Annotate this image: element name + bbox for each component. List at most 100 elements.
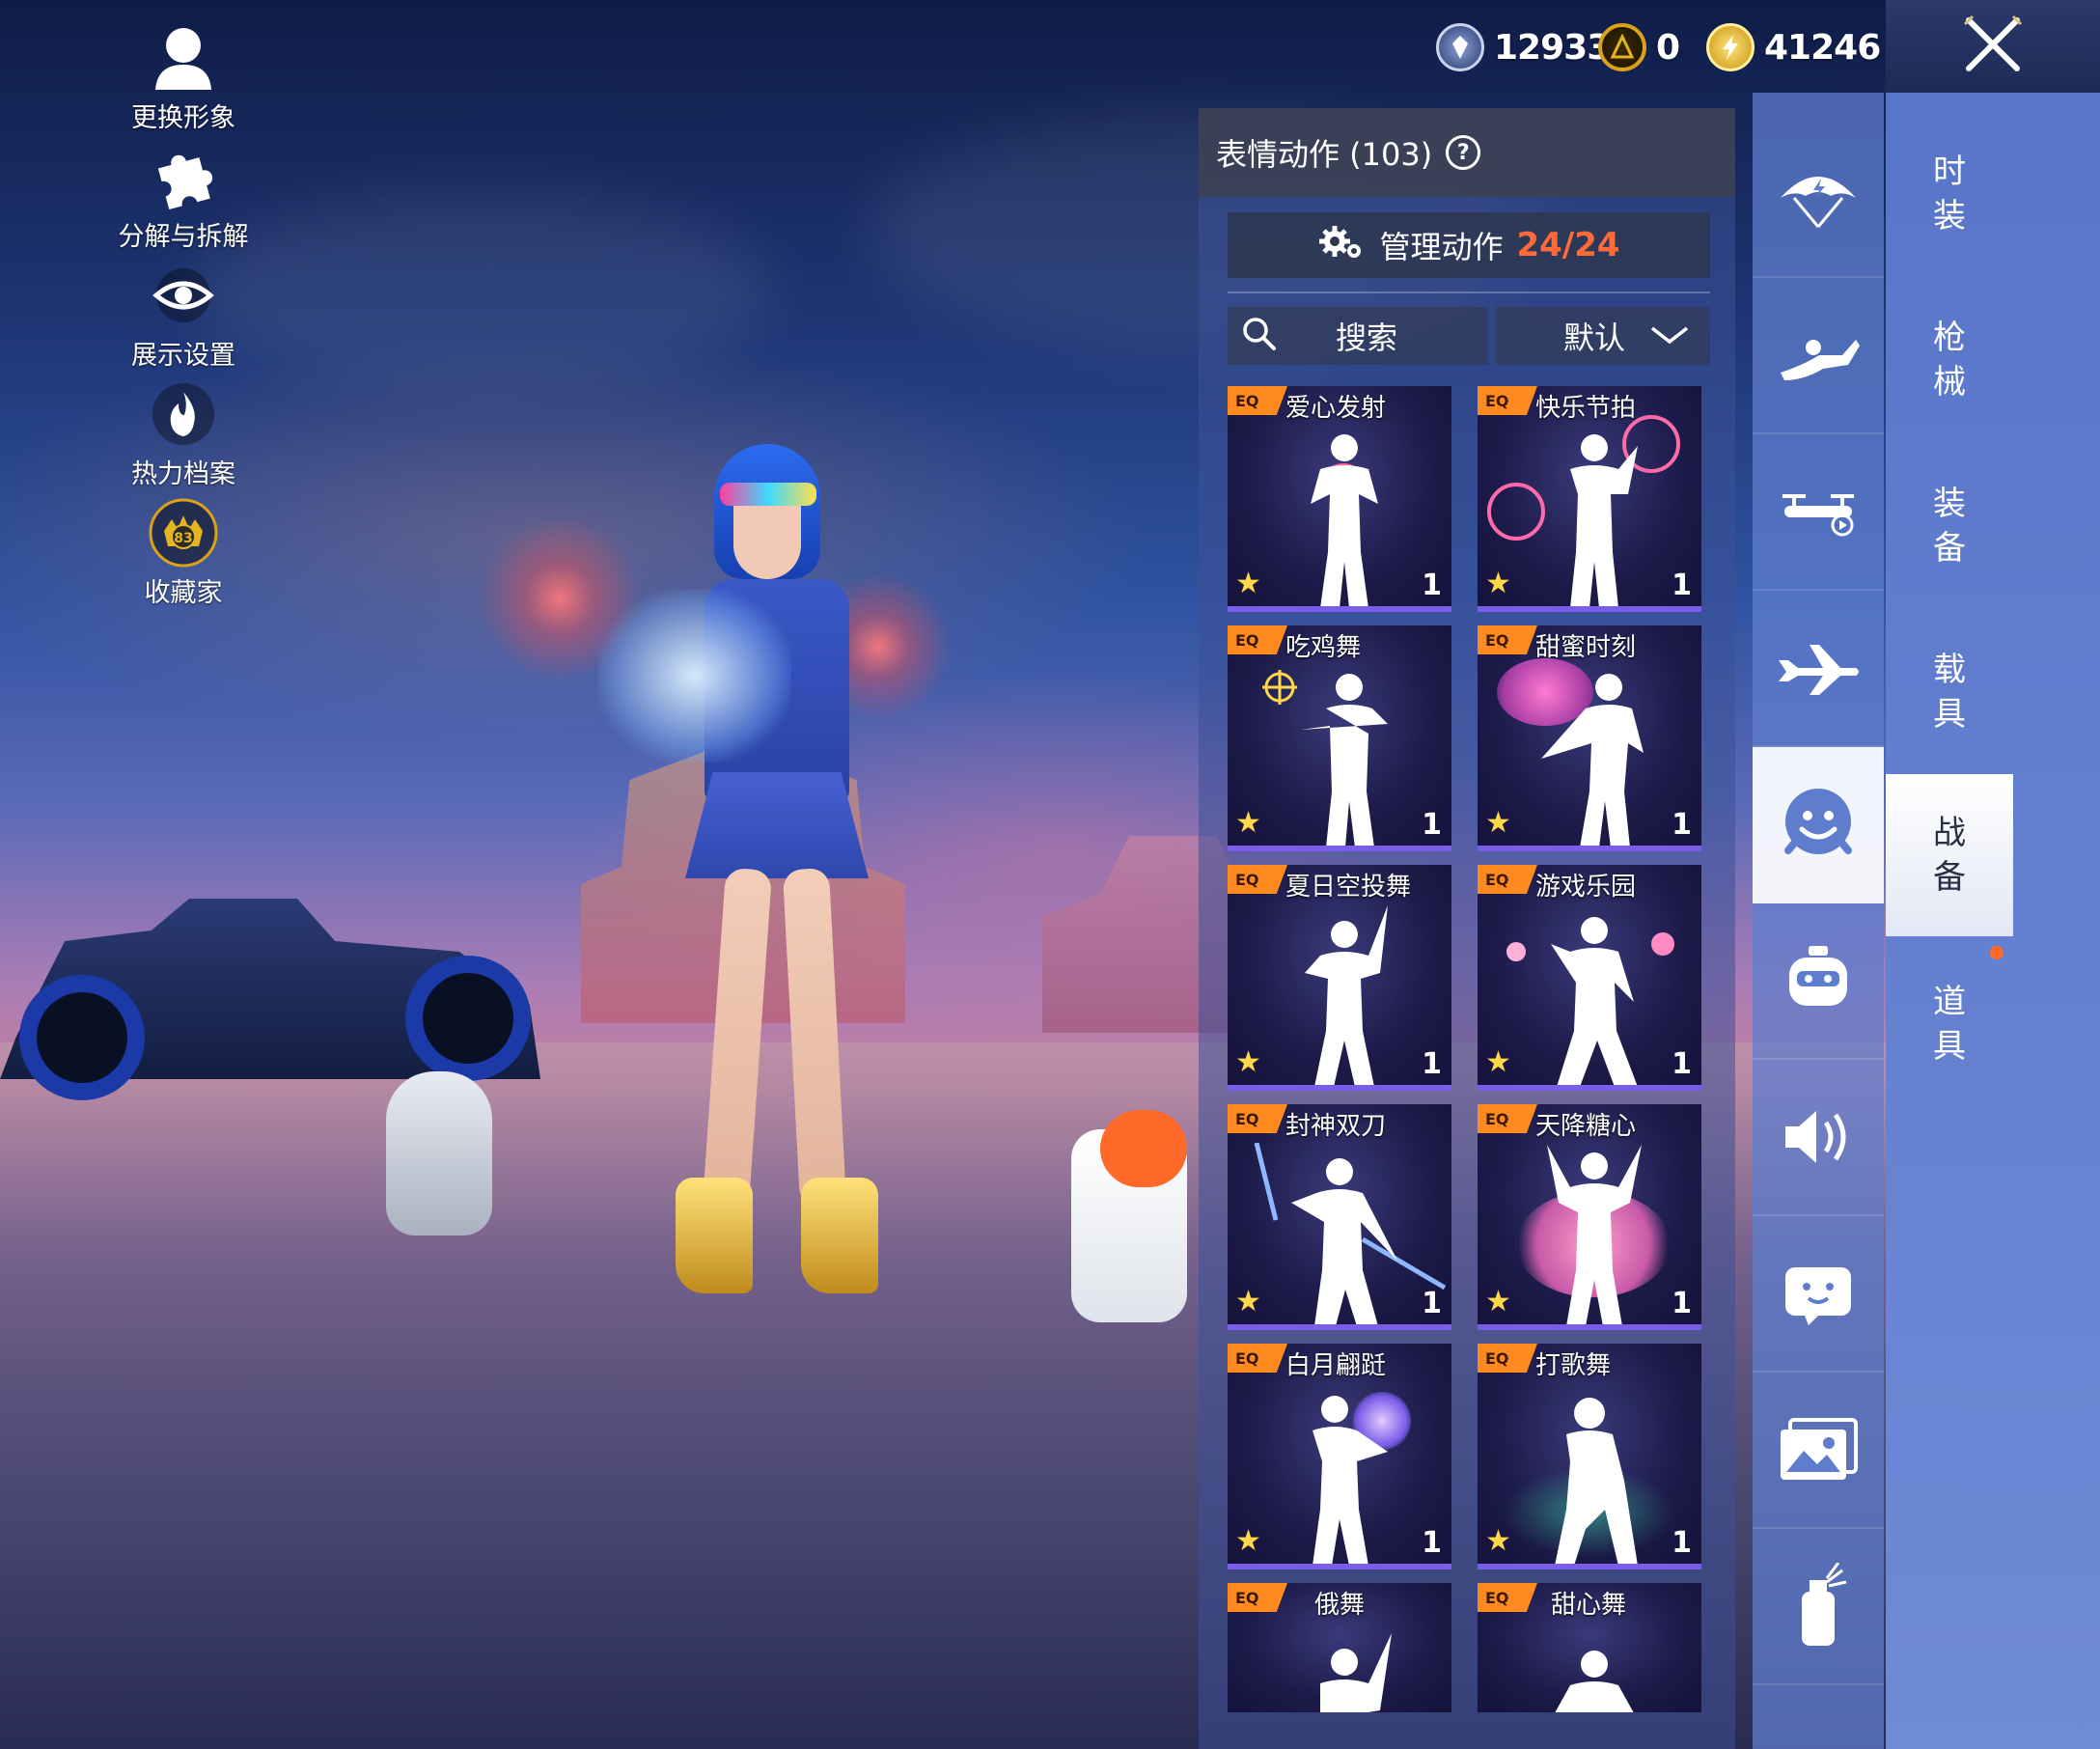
emote-card[interactable]: EQ 天降糖心 ★ 1	[1478, 1104, 1701, 1330]
gear-icon	[1317, 224, 1366, 266]
tab-vehicles[interactable]: 载 具	[1886, 610, 2013, 774]
emote-count: 1	[1672, 1047, 1692, 1081]
collector-button[interactable]: 83 收藏家	[101, 494, 265, 613]
tab-label: 枪	[1933, 319, 1966, 357]
emote-card[interactable]: EQ 吃鸡舞 ★ 1	[1228, 625, 1451, 851]
tab-label: 道	[1933, 983, 1966, 1021]
emote-figure	[1311, 434, 1378, 606]
tab-weapons[interactable]: 枪 械	[1886, 278, 2013, 442]
emote-face-icon	[1784, 789, 1852, 854]
main-tab-column: 时 装 枪 械 装 备 载 具 战 备 道 具	[1886, 93, 2100, 1749]
tab-label: 载	[1933, 651, 1966, 689]
skydive-icon	[1781, 340, 1860, 380]
star-icon: ★	[1235, 1045, 1261, 1079]
emote-name: 游戏乐园	[1535, 873, 1637, 902]
help-icon[interactable]: ?	[1446, 135, 1481, 170]
tab-battle-gear[interactable]: 战 备	[1886, 774, 2013, 936]
tab-equipment[interactable]: 装 备	[1886, 444, 2013, 608]
emote-panel-title: 表情动作 (103)	[1216, 136, 1433, 173]
silver-coin-icon	[1436, 23, 1484, 71]
left-menu: 更换形象 分解与拆解 展示设置 热力档案 83 收藏家	[101, 19, 265, 613]
emote-figure	[1551, 917, 1638, 1085]
emote-card[interactable]: EQ 爱心发射 ★ 1	[1228, 386, 1451, 612]
tab-fashion[interactable]: 时 装	[1886, 112, 2013, 276]
emote-card[interactable]: EQ 封神双刀 ★ 1	[1228, 1104, 1451, 1330]
emote-figure	[1320, 1633, 1392, 1712]
lightning-coin-icon	[1706, 23, 1755, 71]
airplane-icon	[1779, 645, 1859, 695]
change-avatar-button[interactable]: 更换形象	[101, 19, 265, 138]
cat-pet	[386, 1071, 492, 1235]
emote-tag: EQ	[1478, 1104, 1537, 1133]
emote-figure	[1312, 1396, 1388, 1564]
emote-name: 天降糖心	[1535, 1112, 1637, 1141]
category-airplane[interactable]	[1753, 591, 1884, 747]
manage-emotes-button[interactable]: 管理动作 24/24	[1228, 212, 1710, 278]
emote-panel: 表情动作 (103) ? 管理动作 24/24 搜索 默认 EQ 爱心发射 ★ …	[1199, 108, 1735, 1749]
currency-gold-token: 0	[1598, 17, 1680, 77]
manage-emotes-label: 管理动作	[1379, 229, 1504, 265]
puzzle-icon	[145, 138, 222, 215]
robot-icon	[1789, 946, 1847, 1006]
emote-card[interactable]: EQ 白月翩跹 ★ 1	[1228, 1344, 1451, 1569]
search-icon	[1241, 316, 1278, 356]
emote-tag: EQ	[1228, 625, 1287, 654]
emote-count: 1	[1422, 1047, 1442, 1081]
tab-label: 装	[1933, 197, 1966, 236]
category-voice[interactable]	[1753, 1060, 1884, 1216]
emote-figure	[1555, 1651, 1634, 1712]
close-button[interactable]	[1886, 0, 2100, 93]
speaker-icon	[1785, 1111, 1846, 1163]
star-icon: ★	[1485, 567, 1511, 600]
emote-card[interactable]: EQ 快乐节拍 ★ 1	[1478, 386, 1701, 612]
emote-count: 1	[1672, 569, 1692, 602]
emote-name: 快乐节拍	[1535, 394, 1637, 423]
emote-tag: EQ	[1478, 865, 1537, 894]
star-icon: ★	[1485, 806, 1511, 840]
emote-card[interactable]: EQ 俄舞	[1228, 1583, 1451, 1712]
emote-tag: EQ	[1478, 625, 1537, 654]
category-gallery[interactable]	[1753, 1373, 1884, 1529]
gold-token-value: 0	[1656, 27, 1680, 68]
emote-tag: EQ	[1228, 386, 1287, 415]
emote-card[interactable]: EQ 甜蜜时刻 ★ 1	[1478, 625, 1701, 851]
category-sticker[interactable]	[1753, 1216, 1884, 1373]
panel-divider	[1228, 292, 1710, 293]
category-parachute[interactable]	[1753, 122, 1884, 278]
emote-card[interactable]: EQ 打歌舞 ★ 1	[1478, 1344, 1701, 1569]
emote-name: 吃鸡舞	[1285, 633, 1362, 662]
display-settings-button[interactable]: 展示设置	[101, 257, 265, 375]
emote-name: 夏日空投舞	[1285, 873, 1412, 902]
emote-figure	[1541, 674, 1644, 846]
eye-icon	[145, 257, 222, 334]
category-icon-column	[1753, 93, 1884, 1749]
silver-coin-value: 12933	[1494, 27, 1611, 68]
tab-label: 具	[1933, 1027, 1966, 1066]
tab-items[interactable]: 道 具	[1886, 942, 2013, 1106]
close-icon	[1961, 13, 2025, 80]
emote-name: 打歌舞	[1535, 1351, 1612, 1380]
emote-figure	[1570, 434, 1638, 606]
category-skydive[interactable]	[1753, 278, 1884, 434]
emote-card[interactable]: EQ 游戏乐园 ★ 1	[1478, 865, 1701, 1091]
category-spray[interactable]	[1753, 1529, 1884, 1685]
emote-count: 1	[1672, 1287, 1692, 1320]
heat-profile-button[interactable]: 热力档案	[101, 375, 265, 494]
sort-dropdown[interactable]: 默认	[1496, 307, 1710, 365]
category-emote[interactable]	[1753, 747, 1884, 903]
category-drone[interactable]	[1753, 434, 1884, 591]
emote-name: 甜心舞	[1551, 1591, 1627, 1620]
avatar-icon	[145, 19, 222, 97]
sort-selected-value: 默认	[1562, 319, 1625, 356]
emote-card[interactable]: EQ 夏日空投舞 ★ 1	[1228, 865, 1451, 1091]
kart-wheel-rear	[405, 956, 531, 1081]
emote-tag: EQ	[1478, 1583, 1537, 1612]
search-input[interactable]: 搜索	[1228, 307, 1488, 365]
star-icon: ★	[1485, 1524, 1511, 1558]
decompose-button[interactable]: 分解与拆解	[101, 138, 265, 257]
emote-name: 封神双刀	[1285, 1112, 1387, 1141]
emote-card[interactable]: EQ 甜心舞	[1478, 1583, 1701, 1712]
currency-lightning: 41246	[1706, 17, 1881, 77]
category-robot[interactable]	[1753, 903, 1884, 1060]
emote-count: 1	[1422, 1526, 1442, 1560]
